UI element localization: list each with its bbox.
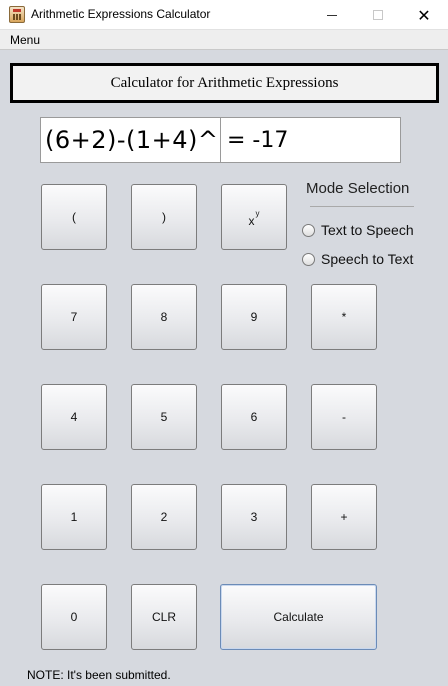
- digit-3-button[interactable]: 3: [221, 484, 287, 550]
- menu-item-menu[interactable]: Menu: [10, 33, 40, 47]
- power-button[interactable]: xy: [221, 184, 287, 250]
- text-to-speech-label[interactable]: Text to Speech: [321, 222, 414, 238]
- maximize-icon: [373, 10, 383, 20]
- window-title: Arithmetic Expressions Calculator: [31, 7, 211, 21]
- open-paren-button[interactable]: (: [41, 184, 107, 250]
- digit-9-button[interactable]: 9: [221, 284, 287, 350]
- text-to-speech-radio[interactable]: [302, 224, 315, 237]
- digit-2-button[interactable]: 2: [131, 484, 197, 550]
- title-bar: Arithmetic Expressions Calculator ✕: [0, 0, 448, 30]
- close-button[interactable]: ✕: [401, 0, 447, 30]
- close-icon: ✕: [417, 5, 431, 25]
- menu-bar: Menu: [0, 30, 448, 50]
- status-note: NOTE: It's been submitted.: [27, 668, 171, 682]
- digit-7-button[interactable]: 7: [41, 284, 107, 350]
- digit-5-button[interactable]: 5: [131, 384, 197, 450]
- minimize-icon: [327, 14, 337, 16]
- power-exponent: y: [255, 208, 260, 218]
- digit-4-button[interactable]: 4: [41, 384, 107, 450]
- speech-to-text-radio[interactable]: [302, 253, 315, 266]
- page-title: Calculator for Arithmetic Expressions: [10, 63, 439, 103]
- result-field: = -17: [220, 117, 401, 163]
- calculate-button[interactable]: Calculate: [220, 584, 377, 650]
- power-base: x: [248, 213, 255, 228]
- mode-divider: [310, 206, 414, 207]
- digit-6-button[interactable]: 6: [221, 384, 287, 450]
- power-label: xy: [248, 209, 260, 228]
- minus-button[interactable]: -: [311, 384, 377, 450]
- close-paren-button[interactable]: ): [131, 184, 197, 250]
- multiply-button[interactable]: *: [311, 284, 377, 350]
- clear-button[interactable]: CLR: [131, 584, 197, 650]
- plus-button[interactable]: +: [311, 484, 377, 550]
- maximize-button[interactable]: [355, 0, 401, 30]
- app-icon: [9, 6, 25, 23]
- minimize-button[interactable]: [309, 0, 355, 30]
- digit-8-button[interactable]: 8: [131, 284, 197, 350]
- expression-field[interactable]: (6+2)-(1+4)^2: [40, 117, 221, 163]
- mode-selection-title: Mode Selection: [306, 180, 410, 197]
- digit-0-button[interactable]: 0: [41, 584, 107, 650]
- digit-1-button[interactable]: 1: [41, 484, 107, 550]
- speech-to-text-label[interactable]: Speech to Text: [321, 251, 413, 267]
